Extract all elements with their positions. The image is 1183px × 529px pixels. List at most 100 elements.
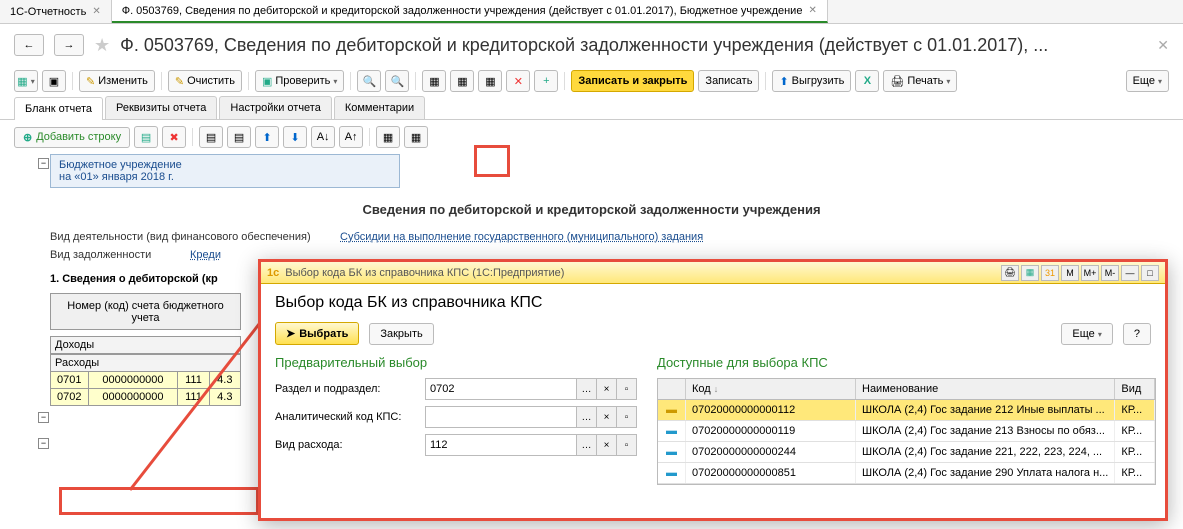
account-header-table: Номер (код) счета бюджетного учета	[50, 293, 241, 330]
zoom2-icon[interactable]: 🔍	[385, 70, 409, 92]
row-marker-icon: ▬	[658, 421, 686, 441]
row-toolbar: ⊕Добавить строку ▤ ✖ ▤ ▤ ⬆ ⬇ A↓ A↑ ▦ ▦	[0, 120, 1183, 154]
open-icon[interactable]: ▫	[617, 434, 637, 456]
export-button[interactable]: ⬆Выгрузить	[772, 70, 851, 92]
row-tool3-icon[interactable]: ▤	[199, 126, 223, 148]
activity-label: Вид деятельности (вид финансового обеспе…	[50, 231, 330, 243]
grid-header-name[interactable]: Наименование	[856, 379, 1115, 399]
sort-asc-icon[interactable]: A↓	[311, 126, 335, 148]
new-icon[interactable]: ▦▾	[14, 70, 38, 92]
tool1-icon[interactable]: ▦	[422, 70, 446, 92]
delete-row-icon[interactable]: ✖	[162, 126, 186, 148]
grid-header-icon[interactable]	[658, 379, 686, 399]
add-row-button[interactable]: ⊕Добавить строку	[14, 127, 130, 148]
document-title: Сведения по дебиторской и кредиторской з…	[50, 202, 1133, 217]
star-icon[interactable]: ★	[94, 35, 110, 56]
select-button[interactable]: ➤Выбрать	[275, 322, 359, 345]
grid-header-kind[interactable]: Вид	[1115, 379, 1155, 399]
open-icon[interactable]: ▫	[617, 406, 637, 428]
expense-type-label: Вид расхода:	[275, 439, 425, 451]
tab-label: 1С-Отчетность	[10, 6, 86, 18]
back-button[interactable]: ←	[14, 34, 44, 56]
close-icon[interactable]: ✕	[808, 5, 816, 16]
modal-titlebar: 1c Выбор кода БК из справочника КПС (1С:…	[261, 262, 1165, 284]
table-row[interactable]: 0702 0000000000 111 4.3	[51, 389, 241, 406]
row-tool9-icon[interactable]: ▦	[376, 126, 400, 148]
debt-value[interactable]: Креди	[190, 249, 221, 261]
row-marker-icon: ▬	[658, 442, 686, 462]
print-icon[interactable]: 🖨	[1001, 265, 1019, 281]
tool5-icon[interactable]: +	[534, 70, 558, 92]
clear-button[interactable]: ✎Очистить	[168, 70, 242, 92]
copy-icon[interactable]: ▣	[42, 70, 66, 92]
row-tool10-icon[interactable]: ▦	[404, 126, 428, 148]
clear-icon[interactable]: ×	[597, 406, 617, 428]
grid-header-code[interactable]: Код ↓	[686, 379, 856, 399]
close-icon[interactable]: □	[1141, 265, 1159, 281]
grid-row[interactable]: ▬ 07020000000000851 ШКОЛА (2,4) Гос зада…	[658, 463, 1155, 484]
calendar-icon[interactable]: 31	[1041, 265, 1059, 281]
close-button[interactable]: Закрыть	[369, 323, 433, 345]
ellipsis-icon[interactable]: …	[577, 378, 597, 400]
expense-type-input[interactable]	[425, 434, 577, 456]
analytic-input[interactable]	[425, 406, 577, 428]
page-header: ← → ★ Ф. 0503769, Сведения по дебиторско…	[0, 24, 1183, 66]
grid-row[interactable]: ▬ 07020000000000119 ШКОЛА (2,4) Гос зада…	[658, 421, 1155, 442]
more-button[interactable]: Еще▾	[1126, 70, 1169, 92]
edit-button[interactable]: ✎Изменить	[79, 70, 155, 92]
tree-toggle-icon[interactable]: −	[38, 158, 49, 169]
kps-grid: Код ↓ Наименование Вид ▬ 070200000000001…	[657, 378, 1156, 485]
open-icon[interactable]: ▫	[617, 378, 637, 400]
tab-1c-reporting[interactable]: 1С-Отчетность ✕	[0, 0, 112, 23]
sort-desc-icon[interactable]: A↑	[339, 126, 363, 148]
debt-label: Вид задолженности	[50, 249, 180, 261]
tree-toggle-icon[interactable]: −	[38, 412, 49, 423]
row-tool4-icon[interactable]: ▤	[227, 126, 251, 148]
tree-toggle-icon[interactable]: −	[38, 438, 49, 449]
print-button[interactable]: 🖨Печать▾	[883, 70, 957, 92]
tool2-icon[interactable]: ▦	[450, 70, 474, 92]
available-header: Доступные для выбора КПС	[657, 355, 1156, 370]
tab-comments[interactable]: Комментарии	[334, 96, 425, 119]
analytic-label: Аналитический код КПС:	[275, 411, 425, 423]
save-close-button[interactable]: Записать и закрыть	[571, 70, 694, 92]
m-button[interactable]: M	[1061, 265, 1079, 281]
tab-settings[interactable]: Настройки отчета	[219, 96, 331, 119]
ellipsis-icon[interactable]: …	[577, 434, 597, 456]
tab-blank[interactable]: Бланк отчета	[14, 97, 103, 120]
grid-icon[interactable]: ▦	[1021, 265, 1039, 281]
move-up-icon[interactable]: ⬆	[255, 126, 279, 148]
table-row[interactable]: 0701 0000000000 111 4.3	[51, 372, 241, 389]
page-title: Ф. 0503769, Сведения по дебиторской и кр…	[120, 35, 1048, 56]
row-tool1-icon[interactable]: ▤	[134, 126, 158, 148]
section-input[interactable]	[425, 378, 577, 400]
zoom-icon[interactable]: 🔍	[357, 70, 381, 92]
activity-value[interactable]: Субсидии на выполнение государственного …	[340, 231, 703, 243]
help-button[interactable]: ?	[1123, 323, 1151, 345]
more-button[interactable]: Еще ▾	[1061, 323, 1112, 345]
minimize-icon[interactable]: —	[1121, 265, 1139, 281]
grid-row[interactable]: ▬ 07020000000000112 ШКОЛА (2,4) Гос зада…	[658, 400, 1155, 421]
clear-icon[interactable]: ×	[597, 378, 617, 400]
excel-icon[interactable]: X	[855, 70, 879, 92]
close-icon[interactable]: ✕	[1157, 37, 1169, 54]
clear-icon[interactable]: ×	[597, 434, 617, 456]
tab-form-0503769[interactable]: Ф. 0503769, Сведения по дебиторской и кр…	[112, 0, 828, 23]
move-down-icon[interactable]: ⬇	[283, 126, 307, 148]
ellipsis-icon[interactable]: …	[577, 406, 597, 428]
main-toolbar: ▦▾ ▣ ✎Изменить ✎Очистить ▣Проверить▾ 🔍 🔍…	[0, 66, 1183, 96]
m-plus-button[interactable]: M+	[1081, 265, 1099, 281]
highlight-box-rows	[59, 487, 259, 515]
save-button[interactable]: Записать	[698, 70, 759, 92]
close-icon[interactable]: ✕	[92, 6, 100, 17]
tab-requisites[interactable]: Реквизиты отчета	[105, 96, 217, 119]
tool4-icon[interactable]: ✕	[506, 70, 530, 92]
expense-table: Расходы 0701 0000000000 111 4.3 0702 000…	[50, 354, 241, 406]
check-button[interactable]: ▣Проверить▾	[255, 70, 344, 92]
forward-button[interactable]: →	[54, 34, 84, 56]
modal-window-title: Выбор кода БК из справочника КПС (1С:Пре…	[285, 267, 995, 279]
grid-row[interactable]: ▬ 07020000000000244 ШКОЛА (2,4) Гос зада…	[658, 442, 1155, 463]
tool3-icon[interactable]: ▦	[478, 70, 502, 92]
m-minus-button[interactable]: M-	[1101, 265, 1119, 281]
org-name: Бюджетное учреждение	[59, 159, 391, 171]
